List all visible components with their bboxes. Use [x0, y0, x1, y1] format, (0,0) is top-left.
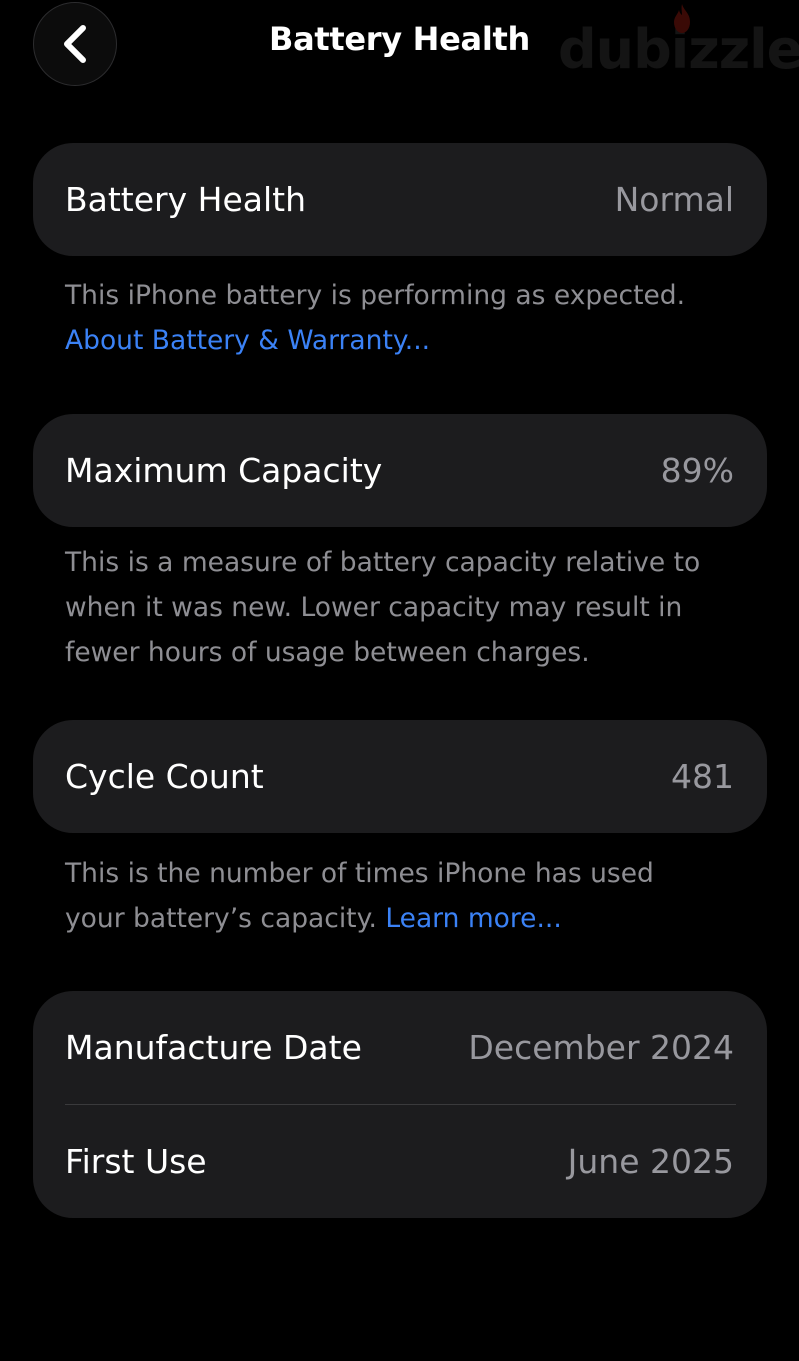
- manufacture-date-row: Manufacture Date December 2024: [33, 991, 767, 1104]
- cycle-count-value: 481: [671, 757, 734, 796]
- maximum-capacity-label: Maximum Capacity: [65, 451, 383, 490]
- manufacture-date-value: December 2024: [468, 1028, 734, 1067]
- maximum-capacity-value: 89%: [660, 451, 734, 490]
- battery-health-row[interactable]: Battery Health Normal: [33, 143, 767, 256]
- flame-icon: [674, 4, 690, 33]
- cycle-count-card: Cycle Count 481: [33, 720, 767, 833]
- battery-health-card: Battery Health Normal: [33, 143, 767, 256]
- about-battery-warranty-link[interactable]: About Battery & Warranty...: [65, 318, 765, 363]
- battery-health-note-text: This iPhone battery is performing as exp…: [65, 280, 686, 311]
- nav-bar: Battery Health dubizzle: [0, 0, 799, 95]
- first-use-label: First Use: [65, 1142, 207, 1181]
- dates-card: Manufacture Date December 2024 First Use…: [33, 991, 767, 1218]
- cycle-count-label: Cycle Count: [65, 757, 264, 796]
- cycle-count-note-text: This is the number of times iPhone has u…: [65, 858, 654, 934]
- maximum-capacity-note: This is a measure of battery capacity re…: [65, 547, 701, 668]
- battery-health-value: Normal: [614, 180, 734, 219]
- maximum-capacity-card: Maximum Capacity 89%: [33, 414, 767, 527]
- battery-health-note: This iPhone battery is performing as exp…: [65, 273, 765, 363]
- first-use-row: First Use June 2025: [33, 1105, 767, 1218]
- maximum-capacity-row[interactable]: Maximum Capacity 89%: [33, 414, 767, 527]
- first-use-value: June 2025: [567, 1142, 734, 1181]
- cycle-count-note: This is the number of times iPhone has u…: [65, 851, 715, 941]
- cycle-count-row[interactable]: Cycle Count 481: [33, 720, 767, 833]
- manufacture-date-label: Manufacture Date: [65, 1028, 362, 1067]
- learn-more-link[interactable]: Learn more...: [385, 903, 561, 934]
- battery-health-label: Battery Health: [65, 180, 306, 219]
